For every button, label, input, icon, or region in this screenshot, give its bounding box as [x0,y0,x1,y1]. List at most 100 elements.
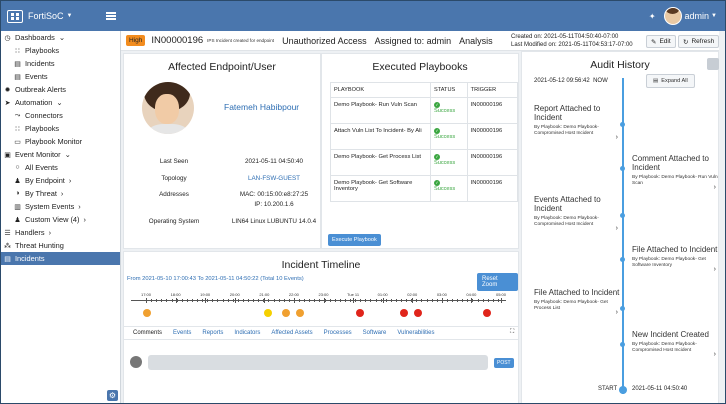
sidebar-item-playbooks[interactable]: ∷ Playbooks [1,122,120,135]
chevron-right-icon[interactable]: › [616,134,618,141]
timeline-event-dot[interactable] [414,309,422,317]
side-panel-toggle[interactable] [707,58,719,70]
sidebar-item-custom-view-4[interactable]: ♟ Custom View (4) › [1,213,120,226]
audit-entry[interactable]: Events Attached to Incident By Playbook: … [534,195,620,232]
tab-processes[interactable]: Processes [324,330,352,336]
field-key: Topology [161,175,187,182]
app-window: FortiSoC ▼ ✦ admin ▼ ◷ Dashboards ⌄ ∷ Playbo… [0,0,726,404]
comment-input[interactable] [148,355,488,370]
tab-reports[interactable]: Reports [202,330,223,336]
sidebar-item-label: Connectors [25,111,63,120]
edit-label: Edit [659,38,671,45]
sidebar-item-threat-hunting[interactable]: ⁂ Threat Hunting [1,239,120,252]
audit-entry-title: File Attached to Incident [534,288,620,297]
sidebar-item-automation[interactable]: ➤ Automation ⌄ [1,96,120,109]
playbooks-icon: ∷ [15,125,20,133]
sidebar-item-dashboards[interactable]: ◷ Dashboards ⌄ [1,31,120,44]
audit-entry[interactable]: File Attached to Incident By Playbook: De… [534,288,620,316]
expand-icon[interactable]: ⛶ [510,329,514,336]
sidebar-item-handlers[interactable]: ☰ Handlers › [1,226,120,239]
timeline-event-dot[interactable] [282,309,290,317]
status-cell: ✓ Success [430,149,468,176]
audit-entry-sub: By Playbook: Demo Playbook- Get Software… [632,257,706,268]
tab-software[interactable]: Software [363,330,387,336]
chevron-right-icon[interactable]: › [616,309,618,316]
timeline-event-dot[interactable] [264,309,272,317]
minor-tick [385,299,387,302]
tab-events[interactable]: Events [173,330,191,336]
axis-tick [412,298,414,303]
table-row[interactable]: Demo Playbook- Run Vuln Scan ✓ Success IN00… [330,97,519,124]
audit-entry[interactable]: Comment Attached to Incident By Playbook:… [632,154,718,191]
minor-tick [416,299,418,302]
table-row[interactable]: Demo Playbook- Get Process List ✓ Success I… [330,149,519,176]
chevron-right-icon[interactable]: › [714,351,716,358]
table-row[interactable]: Demo Playbook- Get Software Inventory ✓ Su… [330,175,519,202]
sidebar-item-all-events[interactable]: ○ All Events [1,161,120,174]
chevron-right-icon[interactable]: › [616,225,618,232]
incident-phase[interactable]: Analysis [459,36,493,46]
sidebar-item-playbooks[interactable]: ∷ Playbooks [1,44,120,57]
audit-entry[interactable]: Report Attached to Incident By Playbook: … [534,104,620,141]
timeline-title: Incident Timeline [281,259,361,271]
minor-tick [293,299,295,302]
timeline-axis[interactable]: 17:00 18:00 19:00 20:00 21:00 22:00 23:00 Tue 1… [131,292,506,303]
user-menu[interactable]: ✦ admin ▼ [649,7,717,25]
user-name[interactable]: admin [685,11,710,21]
chevron-right-icon[interactable]: › [714,184,716,191]
post-button[interactable]: POST [494,358,514,368]
wand-icon[interactable]: ✦ [649,12,656,21]
sidebar-item-label: Playbooks [25,46,60,55]
sidebar-item-events[interactable]: ▤ Events [1,70,120,83]
sidebar-item-outbreak-alerts[interactable]: ✹ Outbreak Alerts [1,83,120,96]
execute-playbook-button[interactable]: Execute Playbook [328,234,381,246]
audit-entry-title: New Incident Created [632,330,709,339]
timeline-event-dot[interactable] [296,309,304,317]
table-row[interactable]: Attach Vuln List To Incident- By Ali ✓ Suc… [330,123,519,150]
brand[interactable]: FortiSoC ▼ [1,1,121,31]
minor-tick [457,299,459,302]
sidebar-item-playbook-monitor[interactable]: ▭ Playbook Monitor [1,135,120,148]
minor-tick [166,299,168,302]
timeline-event-dot[interactable] [483,309,491,317]
sidebar-item-event-monitor[interactable]: ▣ Event Monitor ⌄ [1,148,120,161]
settings-gear-icon[interactable]: ⚙ [107,390,118,401]
minor-tick [390,299,392,302]
audit-entry[interactable]: File Attached to Incident By Playbook: De… [632,245,718,273]
tab-indicators[interactable]: Indicators [234,330,260,336]
sidebar-item-label: Dashboards [15,33,55,42]
timeline-event-dot[interactable] [143,309,151,317]
audit-entry[interactable]: New Incident Created By Playbook: Demo Pl… [632,330,718,358]
hamburger-menu-icon[interactable] [106,12,116,14]
incident-subtitle: IPS Incident created for endpoint [207,38,275,43]
tab-affected-assets[interactable]: Affected Assets [271,330,312,336]
sidebar-item-incidents[interactable]: ▤ Incidents [1,252,120,265]
timeline-event-dot[interactable] [400,309,408,317]
timeline-event-dot[interactable] [356,309,364,317]
chevron-right-icon[interactable]: › [714,266,716,273]
minor-tick [263,299,265,302]
refresh-button[interactable]: ↻ Refresh [678,35,720,48]
tab-vulnerabilities[interactable]: Vulnerabilities [397,330,434,336]
field-value[interactable]: LAN-FSW-GUEST [214,175,334,182]
sidebar-item-incidents[interactable]: ▤ Incidents [1,57,120,70]
field-key: Last Seen [159,158,189,165]
reset-zoom-button[interactable]: Reset Zoom [477,273,518,291]
user-avatar[interactable] [663,7,682,25]
sidebar-item-label: Incidents [25,59,55,68]
audit-entry-title: Report Attached to Incident [534,104,601,122]
sidebar-item-connectors[interactable]: ⤳ Connectors [1,109,120,122]
top-bar: FortiSoC ▼ ✦ admin ▼ [1,1,725,31]
sidebar-item-system-events[interactable]: ▥ System Events › [1,200,120,213]
sidebar-item-by-endpoint[interactable]: ♟ By Endpoint › [1,174,120,187]
trigger-id: IN00000196 [466,149,519,176]
axis-tick-label: 21:00 [259,292,270,297]
field-key: Addresses [159,191,189,198]
minor-tick [258,299,260,302]
endpoint-user-name[interactable]: Fatemeh Habibpour [224,102,299,112]
expand-all-button[interactable]: ▤ Expand All [646,74,695,88]
incident-assignee[interactable]: Assigned to: admin [375,36,452,46]
sidebar-item-by-threat[interactable]: ◑ By Threat › [1,187,120,200]
tab-comments[interactable]: Comments [133,330,162,336]
edit-button[interactable]: ✎ Edit [646,35,676,48]
